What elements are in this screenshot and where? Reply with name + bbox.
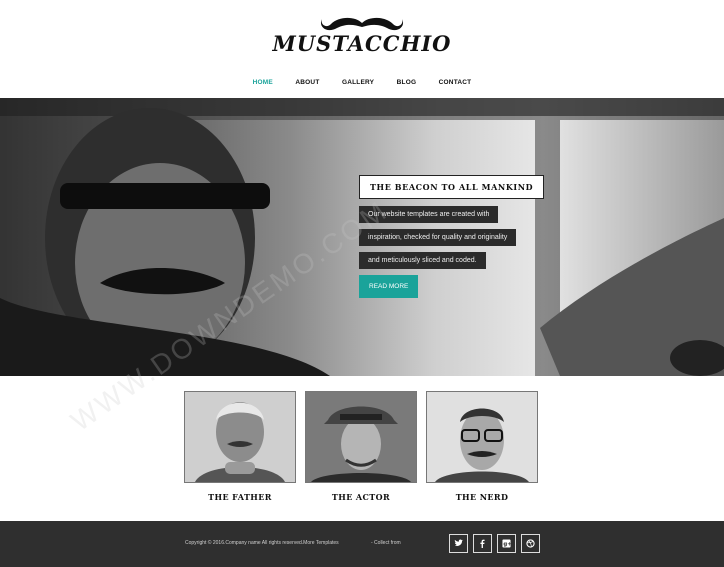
- portrait-card-father[interactable]: THE FATHER: [184, 391, 296, 502]
- dribbble-icon[interactable]: [521, 534, 540, 553]
- nav-blog[interactable]: BLOG: [397, 79, 417, 86]
- portrait-label: THE FATHER: [208, 492, 272, 502]
- portrait-label: THE ACTOR: [331, 492, 391, 502]
- portrait-card-actor[interactable]: THE ACTOR: [305, 391, 417, 502]
- hero-text-line: and meticulously sliced and coded.: [359, 252, 486, 269]
- collect-from-link[interactable]: - Collect from: [371, 540, 401, 546]
- site-footer: Copyright © 2016.Company name All rights…: [0, 521, 724, 567]
- portrait-image[interactable]: [305, 391, 417, 483]
- site-header: MUSTACCHIO HOME ABOUT GALLERY BLOG CONTA…: [0, 0, 724, 98]
- site-logo[interactable]: MUSTACCHIO: [0, 31, 724, 56]
- portrait-image[interactable]: [426, 391, 538, 483]
- portrait-card-nerd[interactable]: THE NERD: [426, 391, 538, 502]
- main-nav: HOME ABOUT GALLERY BLOG CONTACT: [0, 71, 724, 89]
- social-links: g+: [449, 534, 540, 553]
- copyright-text: Copyright © 2016.Company name All rights…: [185, 540, 339, 546]
- hero-text: Our website templates are created with i…: [359, 206, 517, 275]
- facebook-icon[interactable]: [473, 534, 492, 553]
- hero-title: THE BEACON TO ALL MANKIND: [359, 175, 545, 199]
- nav-about[interactable]: ABOUT: [295, 79, 319, 86]
- read-more-button[interactable]: READ MORE: [359, 275, 419, 298]
- nav-home[interactable]: HOME: [253, 79, 273, 86]
- twitter-icon[interactable]: [449, 534, 468, 553]
- nav-contact[interactable]: CONTACT: [439, 79, 472, 86]
- portrait-image[interactable]: [184, 391, 296, 483]
- hero-text-line: Our website templates are created with: [359, 206, 499, 223]
- hero-banner: THE BEACON TO ALL MANKIND Our website te…: [0, 98, 724, 376]
- portrait-label: THE NERD: [455, 492, 509, 502]
- svg-text:g+: g+: [503, 542, 511, 548]
- google-plus-icon[interactable]: g+: [497, 534, 516, 553]
- nav-gallery[interactable]: GALLERY: [342, 79, 374, 86]
- hero-text-line: inspiration, checked for quality and ori…: [359, 229, 517, 246]
